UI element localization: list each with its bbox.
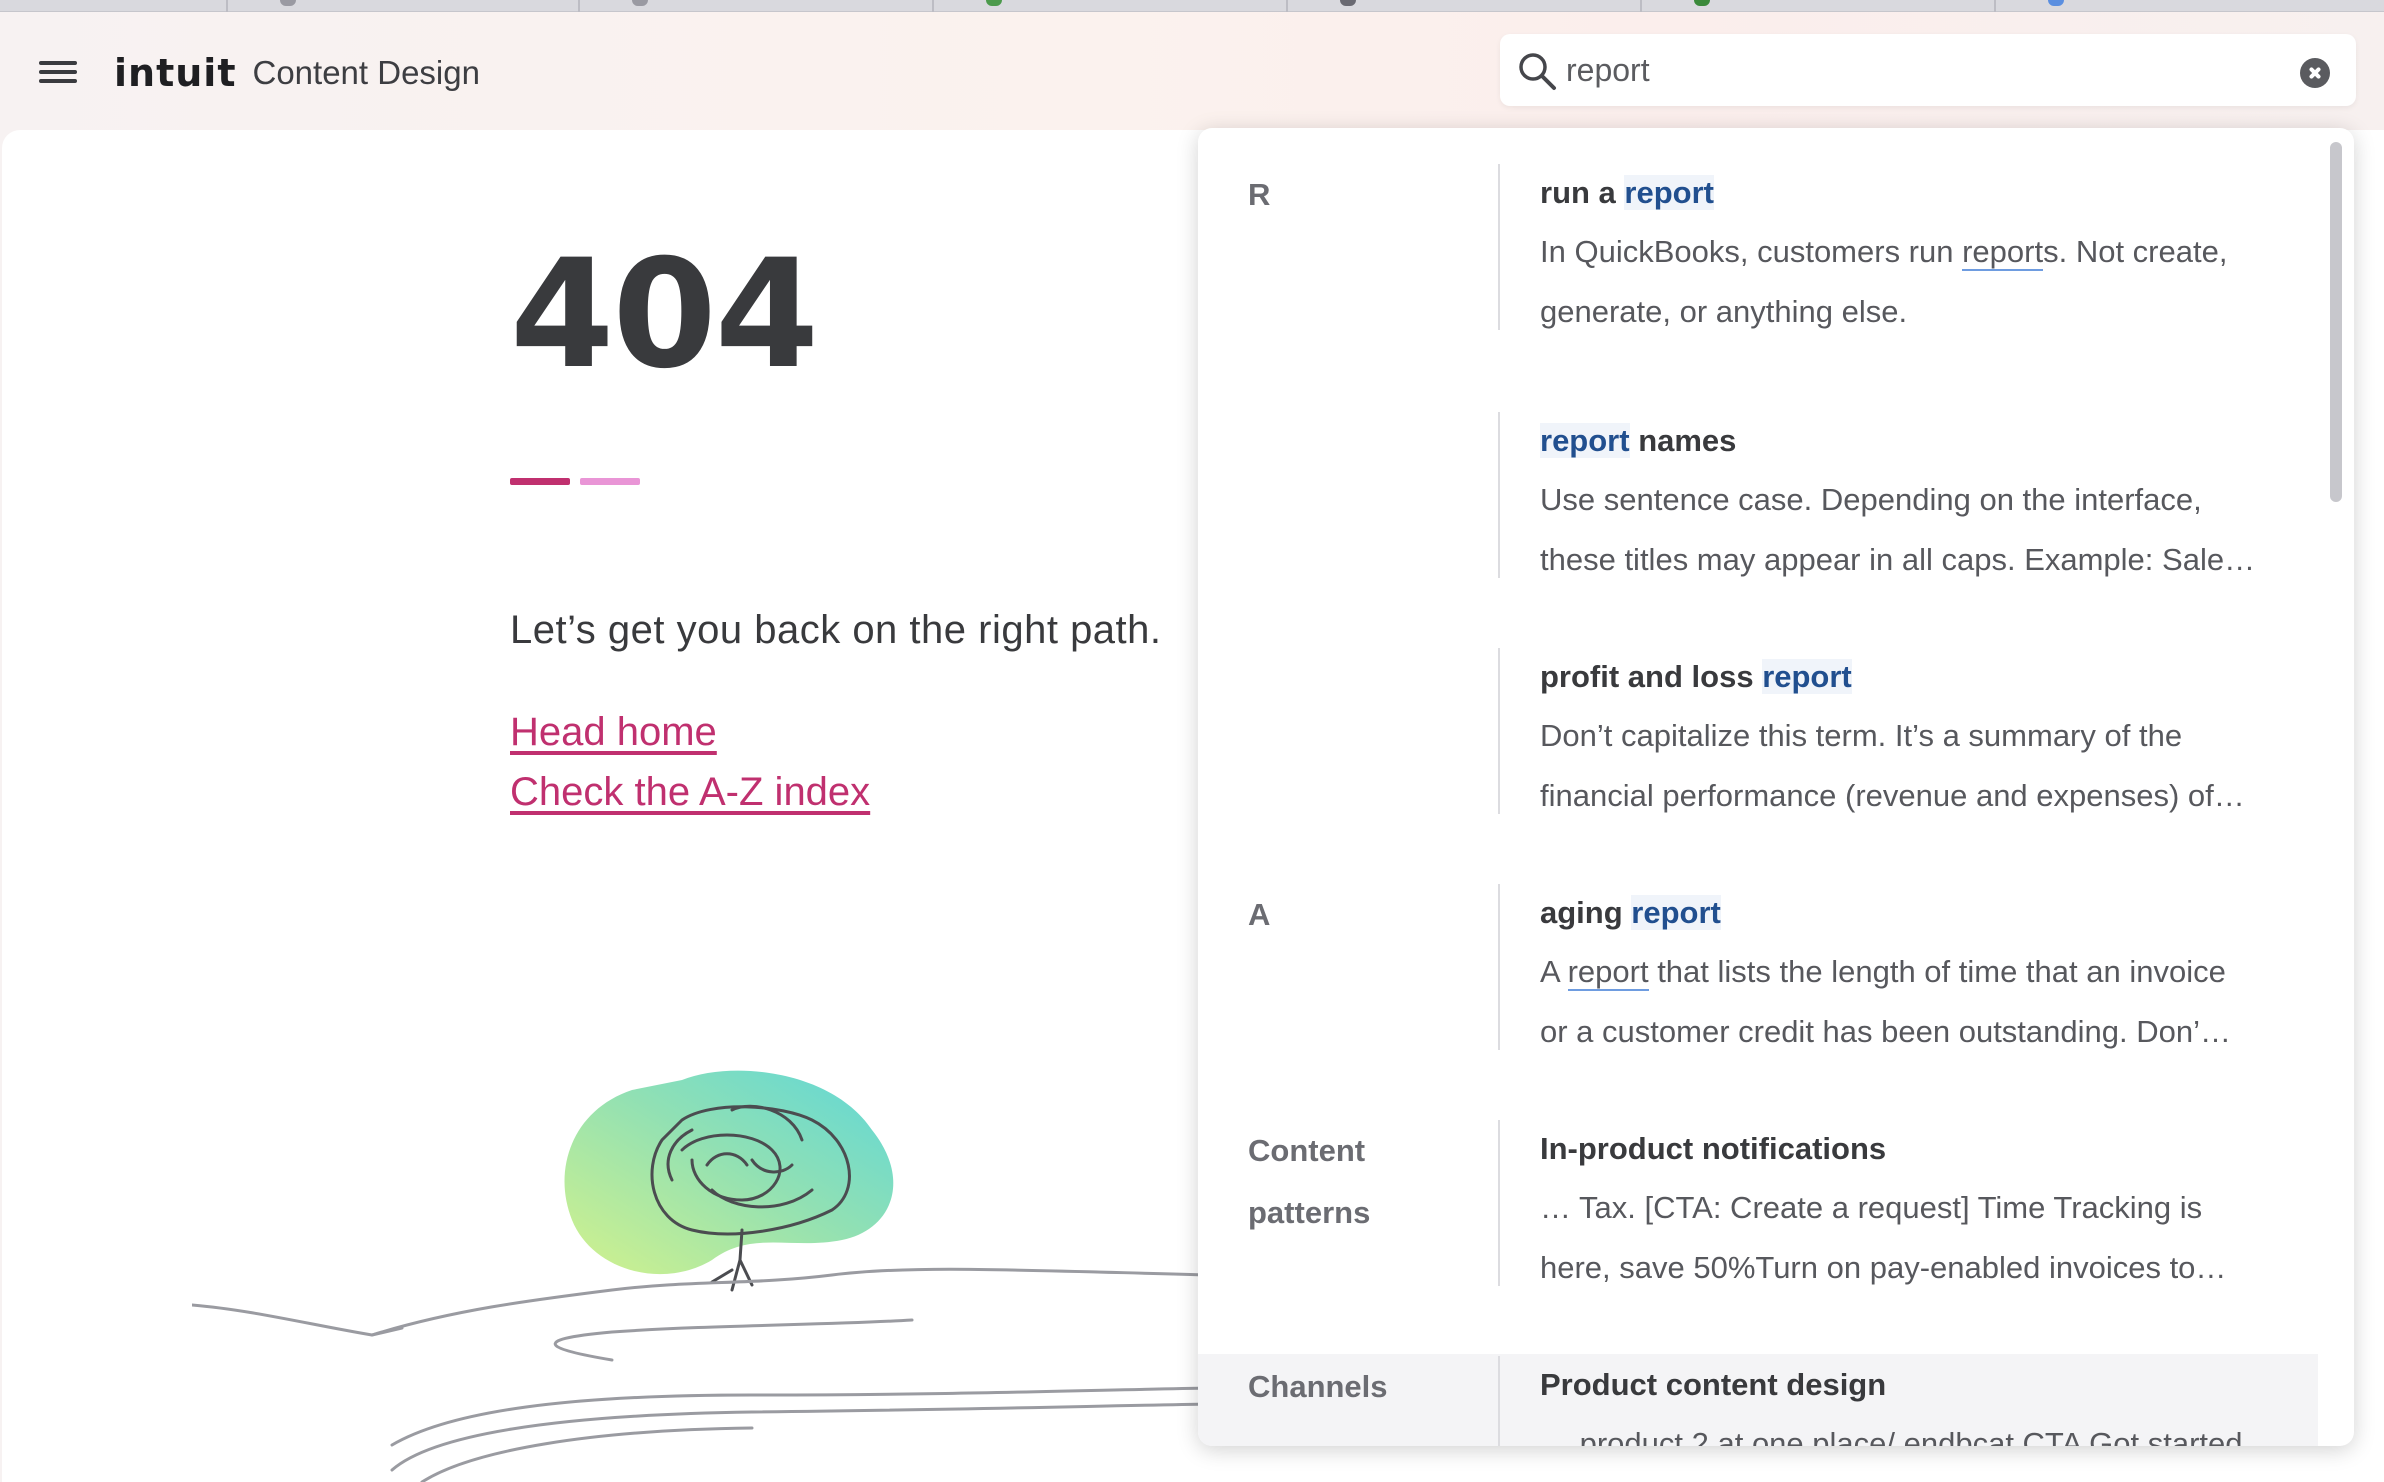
group-label: Channels bbox=[1248, 1369, 1388, 1404]
browser-tab-strip bbox=[0, 0, 2384, 12]
result-title: Product content design bbox=[1540, 1367, 1887, 1402]
result-desc: these titles may appear in all caps. Exa… bbox=[1540, 542, 2256, 577]
accent-bar bbox=[510, 478, 570, 485]
result-group-content-patterns: Content patterns In-product notification… bbox=[1198, 1120, 2318, 1300]
result-desc: … product 2 at one place/ endbcat CTA Go… bbox=[1540, 1426, 2243, 1446]
tab-separator bbox=[1994, 0, 1996, 12]
result-item[interactable]: aging report A report that lists the len… bbox=[1498, 884, 2298, 1050]
group-label: R bbox=[1248, 177, 1271, 212]
results-scrollbar[interactable] bbox=[2330, 142, 2342, 502]
tab-favicon bbox=[280, 0, 296, 6]
result-desc: Don’t capitalize this term. It’s a summa… bbox=[1540, 718, 2183, 753]
result-item[interactable]: run a report In QuickBooks, customers ru… bbox=[1498, 164, 2298, 330]
tagline: Let’s get you back on the right path. bbox=[510, 608, 1162, 652]
result-group-channels: Channels Product content design … produc… bbox=[1198, 1354, 2318, 1446]
result-desc: financial performance (revenue and expen… bbox=[1540, 778, 2245, 813]
brand[interactable]: intuit Content Design bbox=[114, 48, 480, 98]
result-desc: here, save 50%Turn on pay-enabled invoic… bbox=[1540, 1250, 2227, 1285]
result-title: In-product notifications bbox=[1540, 1131, 1887, 1166]
result-item[interactable]: In-product notifications … Tax. [CTA: Cr… bbox=[1498, 1120, 2298, 1286]
result-title: profit and loss report bbox=[1540, 659, 1852, 694]
search-icon bbox=[1519, 53, 1556, 90]
accent-bar bbox=[580, 478, 640, 485]
result-group-a: A aging report A report that lists the l… bbox=[1198, 884, 2318, 1064]
tab-favicon bbox=[1694, 0, 1710, 6]
search-results-dropdown: R run a report In QuickBooks, customers … bbox=[1198, 128, 2354, 1446]
result-item[interactable]: report names Use sentence case. Dependin… bbox=[1498, 412, 2298, 578]
tab-favicon bbox=[1340, 0, 1356, 6]
tab-favicon bbox=[2048, 0, 2064, 6]
search-input[interactable] bbox=[1566, 46, 2266, 94]
tab-separator bbox=[578, 0, 580, 12]
intuit-logo: intuit bbox=[114, 51, 237, 95]
tab-separator bbox=[226, 0, 228, 12]
result-desc: or a customer credit has been outstandin… bbox=[1540, 1014, 2231, 1049]
search-box bbox=[1500, 34, 2356, 106]
head-home-link[interactable]: Head home bbox=[510, 710, 717, 755]
result-desc: In QuickBooks, customers run reports. No… bbox=[1540, 234, 2228, 271]
result-title: run a report bbox=[1540, 175, 1714, 210]
tab-separator bbox=[932, 0, 934, 12]
group-label: Content patterns bbox=[1248, 1133, 1371, 1230]
clear-icon[interactable] bbox=[2300, 58, 2330, 88]
app-title: Content Design bbox=[252, 54, 480, 91]
tree-on-hill-illustration bbox=[192, 1070, 1212, 1482]
hamburger-icon[interactable] bbox=[34, 56, 82, 96]
a-z-index-link[interactable]: Check the A-Z index bbox=[510, 770, 870, 815]
result-item[interactable]: profit and loss report Don’t capitalize … bbox=[1498, 648, 2298, 814]
group-label: A bbox=[1248, 897, 1271, 932]
result-desc: A report that lists the length of time t… bbox=[1540, 954, 2226, 991]
tab-separator bbox=[1286, 0, 1288, 12]
result-item[interactable]: Product content design … product 2 at on… bbox=[1498, 1356, 2298, 1446]
result-desc: Use sentence case. Depending on the inte… bbox=[1540, 482, 2202, 517]
result-group-r: R run a report In QuickBooks, customers … bbox=[1198, 164, 2318, 864]
tab-separator bbox=[1640, 0, 1642, 12]
tab-favicon bbox=[632, 0, 648, 6]
site-header: intuit Content Design bbox=[0, 12, 2384, 130]
result-title: report names bbox=[1540, 423, 1737, 458]
error-code: 404 bbox=[510, 228, 819, 402]
result-desc: … Tax. [CTA: Create a request] Time Trac… bbox=[1540, 1190, 2203, 1225]
result-title: aging report bbox=[1540, 895, 1721, 930]
tab-favicon bbox=[986, 0, 1002, 6]
result-desc: generate, or anything else. bbox=[1540, 294, 1908, 329]
